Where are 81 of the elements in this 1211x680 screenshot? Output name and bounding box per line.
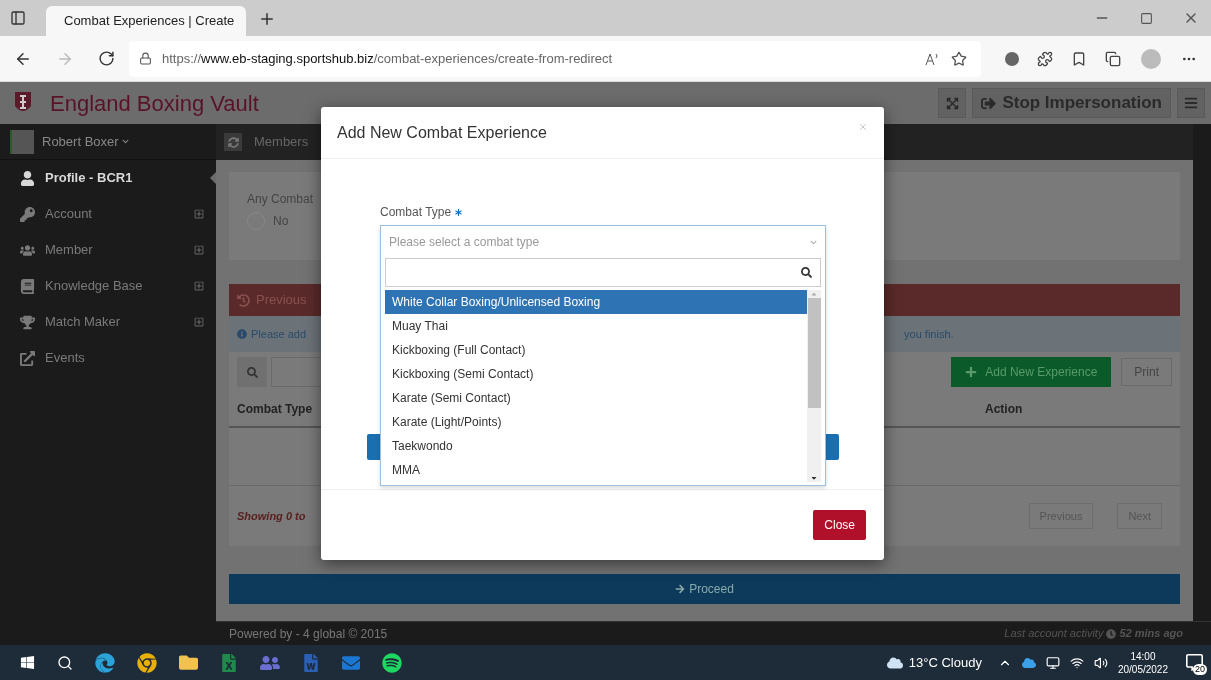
sidebar-item[interactable]: Knowledge Base: [0, 268, 216, 304]
wifi-icon[interactable]: [1069, 655, 1084, 670]
info-text: Please add: [251, 326, 307, 342]
arrow-right-icon: [675, 584, 686, 594]
select-field[interactable]: Please select a combat type: [381, 226, 825, 258]
add-experience-button[interactable]: Add New Experience: [951, 357, 1112, 387]
monitor-icon[interactable]: [1045, 655, 1060, 670]
edge-icon[interactable]: [95, 652, 115, 673]
key-icon: [20, 206, 35, 222]
clock[interactable]: 14:00 20/05/2022: [1117, 649, 1168, 676]
history-icon: [237, 293, 250, 307]
tab-actions-icon[interactable]: [10, 10, 26, 26]
column-header[interactable]: Action: [977, 400, 1023, 418]
trophy-icon: [20, 314, 35, 330]
clock-icon: [1106, 628, 1117, 639]
search-icon: [246, 366, 258, 378]
dropdown-option[interactable]: Karate (Light/Points): [385, 410, 807, 434]
menu-icon: [1184, 96, 1198, 110]
read-aloud-icon[interactable]: [925, 51, 941, 66]
refresh-button[interactable]: [224, 133, 242, 151]
sidebar-item[interactable]: Account: [0, 196, 216, 232]
browser-tab[interactable]: Combat Experiences | Create: [46, 6, 246, 36]
reload-icon[interactable]: [98, 50, 115, 67]
sidebar-item[interactable]: Match Maker: [0, 304, 216, 340]
weather-text[interactable]: 13°C Cloudy: [908, 652, 982, 673]
new-tab-icon[interactable]: [258, 10, 276, 28]
tab-title: Combat Experiences | Create: [64, 12, 235, 31]
spotify-icon[interactable]: [382, 652, 402, 673]
close-button[interactable]: Close: [813, 510, 866, 540]
speaker-icon[interactable]: [1093, 655, 1108, 670]
url-text: https://www.eb-staging.sportshub.biz/combat-experiences/create-from-redirect: [162, 49, 613, 68]
cloud-icon: [886, 654, 903, 671]
extensions-icon[interactable]: [1037, 50, 1053, 67]
scrollbar[interactable]: [807, 290, 821, 482]
users-icon: [20, 242, 35, 258]
maximize-icon[interactable]: [1140, 12, 1153, 25]
address-bar[interactable]: https://www.eb-staging.sportshub.biz/combat-experiences/create-from-redirect: [129, 40, 981, 77]
fullscreen-icon: [945, 96, 959, 110]
sidebar-item[interactable]: Events: [0, 340, 216, 376]
dropdown-option[interactable]: Kickboxing (Full Contact): [385, 338, 807, 362]
excel-icon[interactable]: [220, 653, 238, 672]
info-icon: [237, 329, 247, 339]
breadcrumb-text: Members: [254, 133, 309, 152]
info-text: you finish.: [904, 326, 954, 342]
user-menu[interactable]: Robert Boxer: [42, 131, 129, 152]
dropdown-option[interactable]: MMA: [385, 458, 807, 482]
lock-icon: [139, 52, 152, 65]
chevron-down-icon: [810, 238, 817, 246]
dropdown-option[interactable]: White Collar Boxing/Unlicensed Boxing: [385, 290, 807, 314]
folder-icon[interactable]: [179, 653, 198, 672]
search-icon[interactable]: [57, 654, 73, 671]
sign-out-icon: [981, 95, 997, 111]
chrome-icon[interactable]: [137, 652, 157, 673]
notification-icon[interactable]: [1186, 654, 1203, 671]
dropdown-option[interactable]: Kickboxing (Semi Contact): [385, 362, 807, 386]
collections-icon[interactable]: [1105, 50, 1121, 67]
favorites-icon[interactable]: [1071, 50, 1087, 67]
modal-title: Add New Combat Experience: [337, 122, 547, 143]
dropdown-option[interactable]: Taekwondo: [385, 434, 807, 458]
avatar: [10, 129, 34, 154]
sidebar-item[interactable]: Member: [0, 232, 216, 268]
search-button[interactable]: [237, 357, 267, 387]
activity-time: 52 mins ago: [1119, 626, 1183, 642]
favorite-add-icon[interactable]: [951, 50, 967, 67]
windows-icon[interactable]: [20, 655, 35, 670]
dropdown-option[interactable]: Muay Thai: [385, 314, 807, 338]
external-link-icon: [20, 350, 35, 366]
dropdown-option[interactable]: Karate (Semi Contact): [385, 386, 807, 410]
book-icon: [20, 278, 35, 294]
proceed-button[interactable]: Proceed: [229, 574, 1180, 604]
plus-icon: [965, 366, 978, 378]
search-icon: [801, 267, 812, 278]
app-title: England Boxing Vault: [50, 89, 259, 118]
fullscreen-button[interactable]: [938, 88, 967, 118]
caret-down-icon[interactable]: [810, 474, 818, 482]
user-icon: [20, 170, 35, 186]
notification-count: 20: [1193, 664, 1207, 675]
showing-text: Showing 0 to: [237, 508, 306, 524]
chevron-down-icon: [121, 138, 129, 145]
footer-text: Powered by - 4 global © 2015: [229, 625, 388, 643]
field-label: Combat Type: [380, 204, 452, 221]
